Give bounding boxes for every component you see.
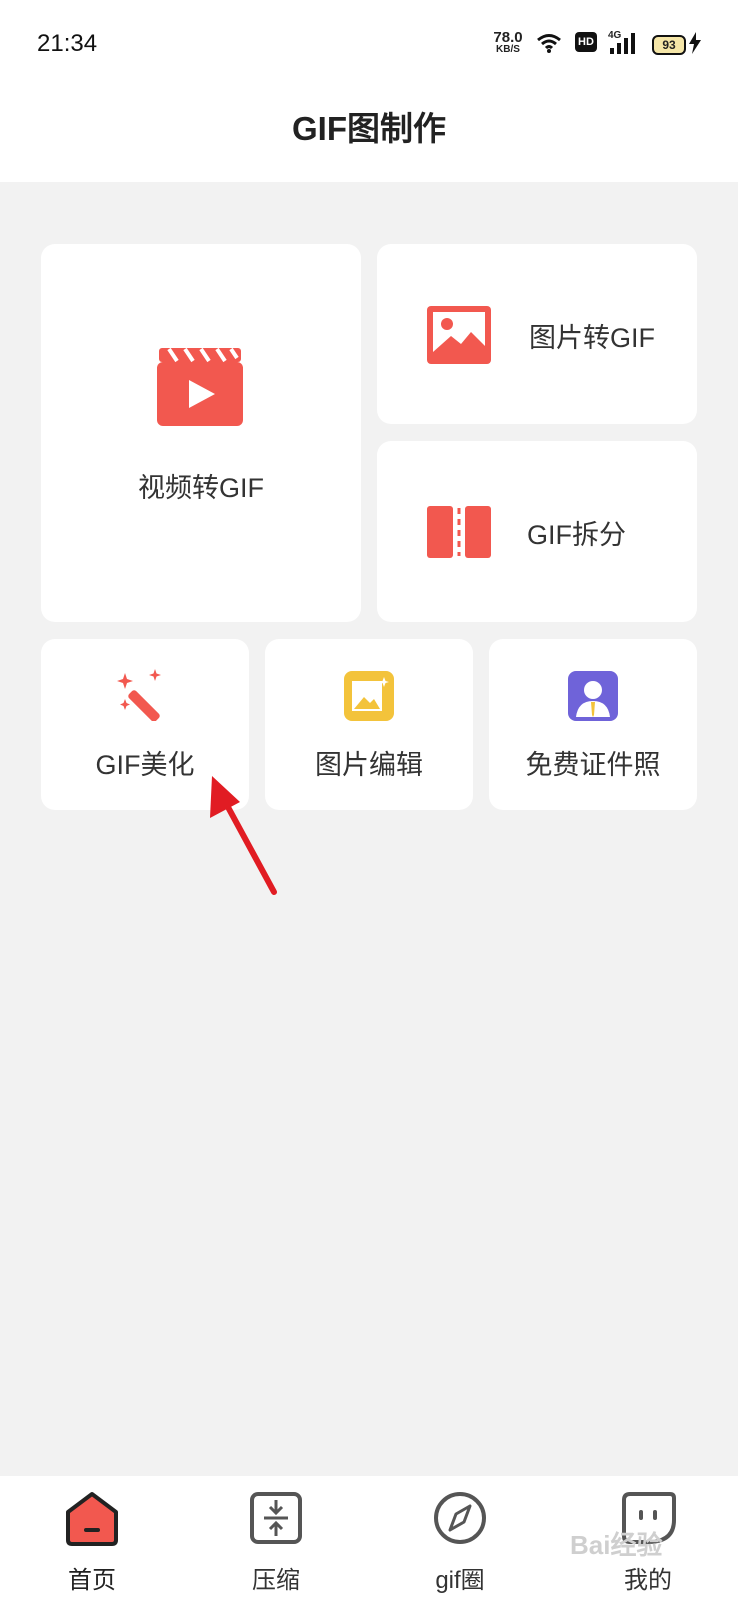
image-edit-icon	[344, 671, 394, 721]
tab-home[interactable]: 首页	[32, 1476, 152, 1600]
gif-beautify-card[interactable]: GIF美化	[41, 639, 249, 810]
status-bar: 21:34 78.0 KB/S HD 4G 93	[0, 0, 738, 90]
gif-split-card[interactable]: GIF拆分	[377, 441, 697, 622]
tab-gif-circle[interactable]: gif圈	[400, 1476, 520, 1600]
tab-compress-label: 压缩	[252, 1567, 300, 1594]
split-icon	[427, 506, 491, 558]
id-photo-icon	[568, 671, 618, 721]
compress-icon	[250, 1492, 302, 1544]
network-speed-value: 78.0	[493, 29, 523, 46]
image-edit-card[interactable]: 图片编辑	[265, 639, 473, 810]
wifi-icon	[537, 34, 561, 53]
image-to-gif-label: 图片转GIF	[529, 323, 655, 353]
battery-icon: 93	[652, 35, 686, 55]
id-photo-card[interactable]: 免费证件照	[489, 639, 697, 810]
charging-icon	[689, 32, 701, 54]
id-photo-label: 免费证件照	[525, 750, 661, 780]
video-clapper-icon	[157, 347, 243, 426]
compass-icon	[434, 1492, 486, 1544]
tab-profile-label: 我的	[624, 1567, 672, 1594]
gif-beautify-label: GIF美化	[95, 750, 195, 780]
network-speed: 78.0 KB/S	[488, 30, 528, 55]
home-icon	[66, 1492, 118, 1546]
magic-wand-icon	[117, 669, 161, 721]
image-to-gif-card[interactable]: 图片转GIF	[377, 244, 697, 424]
gif-split-label: GIF拆分	[527, 520, 626, 550]
hd-icon: HD	[575, 32, 597, 52]
header: GIF图制作	[0, 90, 738, 182]
watermark: Bai经验	[570, 1530, 663, 1560]
image-edit-label: 图片编辑	[315, 750, 423, 780]
video-to-gif-card[interactable]: 视频转GIF	[41, 244, 361, 622]
page-title: GIF图制作	[292, 110, 446, 147]
status-time: 21:34	[37, 30, 98, 57]
network-speed-unit: KB/S	[496, 44, 520, 55]
tab-compress[interactable]: 压缩	[216, 1476, 336, 1600]
tab-home-label: 首页	[68, 1567, 116, 1594]
video-to-gif-label: 视频转GIF	[138, 473, 264, 503]
signal-icon	[610, 33, 635, 54]
tab-gif-circle-label: gif圈	[435, 1567, 485, 1594]
image-icon	[427, 306, 491, 364]
